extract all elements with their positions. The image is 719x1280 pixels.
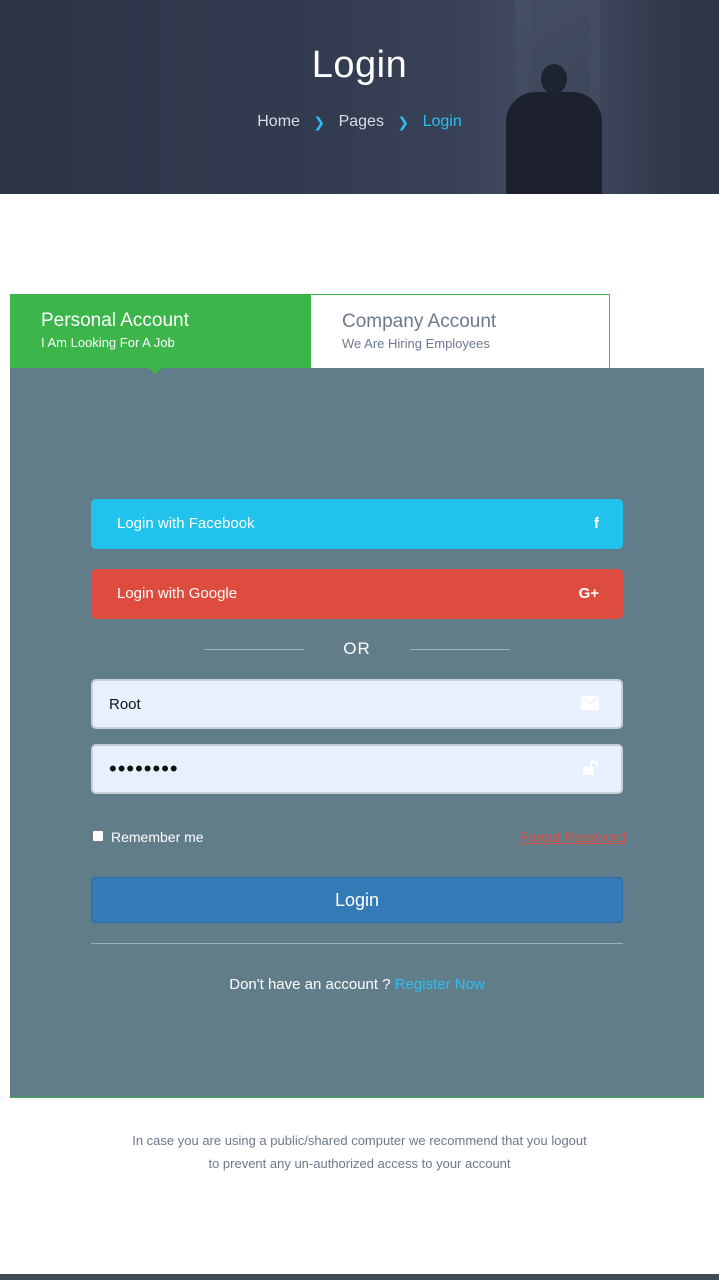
register-now-link[interactable]: Register Now [395,976,485,993]
register-prompt: Don't have an account ? Register Now [10,976,704,993]
footer-bar [0,1274,719,1280]
breadcrumb: Home ❯ Pages ❯ Login [0,113,719,131]
tab-subtitle: We Are Hiring Employees [342,336,490,351]
facebook-icon: f [594,515,599,532]
account-type-tabs: Personal Account I Am Looking For A Job … [10,294,610,374]
tab-subtitle: I Am Looking For A Job [41,335,175,350]
google-button-label: Login with Google [117,585,238,602]
remember-me-checkbox[interactable] [92,830,104,842]
google-plus-icon: G+ [578,585,599,602]
login-panel: Login with Facebook f Login with Google … [10,368,704,1098]
chevron-right-icon: ❯ [397,113,410,130]
facebook-button-label: Login with Facebook [117,515,255,532]
tab-personal-account[interactable]: Personal Account I Am Looking For A Job [10,294,310,368]
hero-person-silhouette [506,92,602,194]
envelope-icon [581,696,599,710]
divider [91,943,623,944]
login-with-facebook-button[interactable]: Login with Facebook f [91,499,623,549]
or-divider: OR [10,638,704,660]
notice-line: In case you are using a public/shared co… [132,1133,587,1148]
tab-company-account[interactable]: Company Account We Are Hiring Employees [310,294,610,368]
divider-line [410,649,510,650]
password-input[interactable]: •••••••• [109,746,179,792]
tab-title: Personal Account [41,310,189,331]
unlock-icon [583,760,598,775]
remember-me-label: Remember me [111,829,204,845]
register-prompt-text: Don't have an account ? [229,976,391,993]
security-notice: In case you are using a public/shared co… [0,1129,719,1175]
page-hero: Login Home ❯ Pages ❯ Login [0,0,719,194]
breadcrumb-pages[interactable]: Pages [339,113,384,131]
chevron-right-icon: ❯ [313,113,326,130]
username-input[interactable] [93,681,621,727]
forgot-password-link[interactable]: Forgot Password [520,828,626,846]
active-tab-pointer [148,368,162,374]
notice-line: to prevent any un-authorized access to y… [208,1156,511,1171]
breadcrumb-current: Login [422,113,462,130]
login-button[interactable]: Login [91,877,623,923]
page-title: Login [311,44,408,86]
breadcrumb-home[interactable]: Home [257,113,300,131]
username-field-wrapper [91,679,623,729]
or-text: OR [343,639,371,658]
tab-title: Company Account [342,311,497,332]
password-field-wrapper: •••••••• [91,744,623,794]
login-with-google-button[interactable]: Login with Google G+ [91,569,623,619]
